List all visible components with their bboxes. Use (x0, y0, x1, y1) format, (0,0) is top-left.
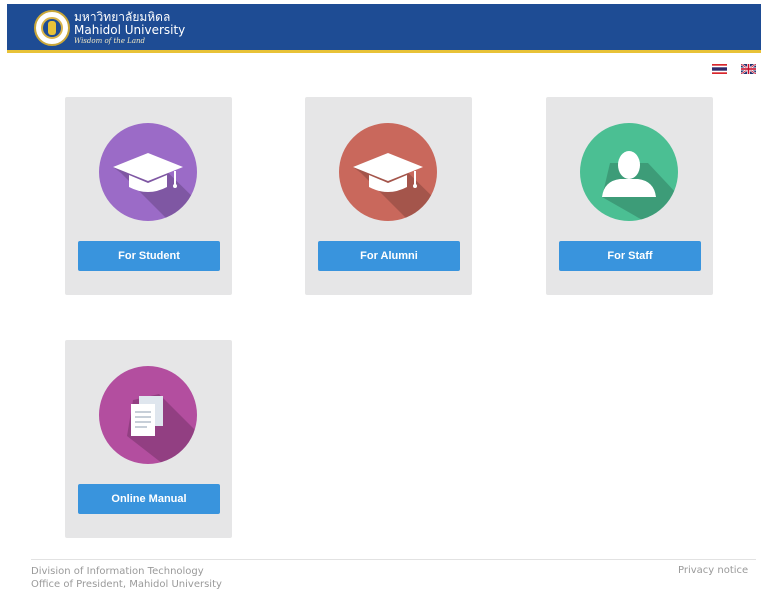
university-motto: Wisdom of the Land (74, 37, 145, 45)
staff-card: For Staff (546, 97, 713, 295)
for-student-button[interactable]: For Student (78, 241, 220, 271)
student-card: For Student (65, 97, 232, 295)
documents-icon[interactable] (99, 366, 197, 464)
footer-office: Office of President, Mahidol University (31, 579, 222, 590)
brand-text[interactable]: มหาวิทยาลัยมหิดล Mahidol University Wisd… (74, 11, 185, 45)
for-staff-button[interactable]: For Staff (559, 241, 701, 271)
header-bar: มหาวิทยาลัยมหิดล Mahidol University Wisd… (7, 4, 761, 53)
footer-info: Division of Information Technology Offic… (31, 565, 222, 591)
university-name-eng: Mahidol University (74, 23, 186, 37)
graduation-cap-icon[interactable] (339, 123, 437, 221)
manual-card: Online Manual (65, 340, 232, 538)
online-manual-button[interactable]: Online Manual (78, 484, 220, 514)
thai-flag-icon[interactable] (712, 64, 727, 74)
user-silhouette-icon[interactable] (580, 123, 678, 221)
privacy-notice-link[interactable]: Privacy notice (678, 565, 748, 576)
graduation-cap-icon[interactable] (99, 123, 197, 221)
university-name-thai: มหาวิทยาลัยมหิดล (74, 10, 171, 24)
alumni-card: For Alumni (305, 97, 472, 295)
university-seal-logo[interactable] (34, 10, 70, 46)
footer-division: Division of Information Technology (31, 566, 204, 577)
uk-flag-icon[interactable] (741, 64, 756, 74)
for-alumni-button[interactable]: For Alumni (318, 241, 460, 271)
footer-divider (31, 559, 756, 560)
